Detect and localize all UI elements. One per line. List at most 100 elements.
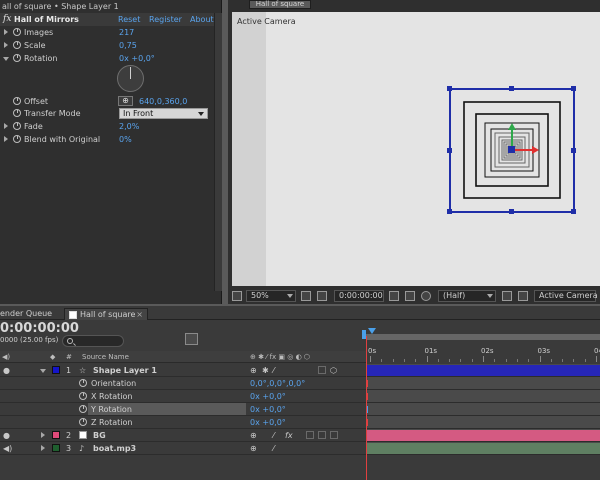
work-area-bar[interactable] xyxy=(366,334,600,340)
frame-blend-switch[interactable] xyxy=(306,431,314,439)
source-name-header[interactable]: Source Name xyxy=(82,353,129,361)
video-eye-icon[interactable]: ● xyxy=(3,431,10,440)
layer-name[interactable]: boat.mp3 xyxy=(93,444,136,453)
grid-icon[interactable] xyxy=(317,291,327,301)
current-time-field[interactable]: 0:00:00:00 xyxy=(334,290,384,302)
quality-switch-icon[interactable]: ⁄ xyxy=(273,444,274,453)
property-row-z-rotation[interactable]: Z Rotation 0x +0,0° xyxy=(0,416,600,429)
frame-blending-icon[interactable] xyxy=(250,333,263,345)
stopwatch-icon[interactable] xyxy=(79,379,87,387)
stopwatch-icon[interactable] xyxy=(13,109,21,117)
stopwatch-icon[interactable] xyxy=(79,405,87,413)
stopwatch-icon[interactable] xyxy=(13,41,21,49)
property-value[interactable]: 0x +0,0° xyxy=(250,405,286,414)
3d-layer-cube-icon[interactable]: ⬡ xyxy=(330,366,337,375)
param-value-rotation[interactable]: 0x +0,0° xyxy=(119,54,155,63)
motion-blur-icon[interactable] xyxy=(270,333,283,345)
layer-row-boat-mp3[interactable]: ◀) 3 ♪ boat.mp3 ⊕ ⁄ xyxy=(0,442,600,455)
effect-controls-scrollbar[interactable] xyxy=(214,13,222,291)
resolution-select[interactable]: (Half) xyxy=(438,290,496,302)
quality-switch-icon[interactable]: ⁄ xyxy=(273,366,274,375)
expand-triangle-icon[interactable] xyxy=(41,432,45,438)
label-color-swatch[interactable] xyxy=(52,444,60,452)
graph-editor-icon[interactable] xyxy=(343,333,356,345)
keyframe-marker[interactable] xyxy=(367,393,368,400)
always-preview-icon[interactable] xyxy=(232,291,242,301)
tab-render-queue[interactable]: ender Queue xyxy=(0,308,52,320)
param-value-fade[interactable]: 2,0% xyxy=(119,122,139,131)
draft-3d-icon[interactable] xyxy=(202,333,215,345)
keyframe-marker[interactable] xyxy=(367,406,368,413)
shy-switch-icon[interactable]: ⊕ xyxy=(250,366,257,375)
effect-about-link[interactable]: About xyxy=(190,15,214,24)
label-color-swatch[interactable] xyxy=(52,431,60,439)
composition-viewport[interactable]: Active Camera xyxy=(232,12,600,286)
rotation-dial[interactable] xyxy=(117,65,144,92)
snapshot-camera-icon[interactable] xyxy=(389,291,399,301)
layer-name[interactable]: Shape Layer 1 xyxy=(93,366,157,375)
expand-triangle-icon[interactable] xyxy=(4,29,8,35)
fx-icon[interactable]: fx xyxy=(3,14,11,24)
stopwatch-icon[interactable] xyxy=(13,28,21,36)
collapse-triangle-icon[interactable] xyxy=(40,369,46,373)
playhead-handle[interactable] xyxy=(368,328,376,334)
keyframe-marker[interactable] xyxy=(367,380,368,387)
property-value[interactable]: 0,0°,0,0°,0,0° xyxy=(250,379,305,388)
quality-switch-icon[interactable]: ⁄ xyxy=(273,431,274,440)
param-value-offset[interactable]: 640,0,360,0 xyxy=(139,97,187,106)
property-row-x-rotation[interactable]: X Rotation 0x +0,0° xyxy=(0,390,600,403)
param-value-blend[interactable]: 0% xyxy=(119,135,132,144)
audio-speaker-icon[interactable]: ◀) xyxy=(3,444,12,453)
offset-target-icon[interactable]: ⊕ xyxy=(118,96,133,106)
close-icon[interactable]: × xyxy=(136,309,143,321)
adjustment-layer-switch[interactable] xyxy=(330,431,338,439)
effect-register-link[interactable]: Register xyxy=(149,15,182,24)
effects-switch-icon[interactable]: fx xyxy=(285,431,293,440)
param-value-images[interactable]: 217 xyxy=(119,28,134,37)
expand-triangle-icon[interactable] xyxy=(4,136,8,142)
layer-name[interactable]: BG xyxy=(93,431,106,440)
motion-blur-switch[interactable] xyxy=(318,431,326,439)
brainstorm-icon[interactable] xyxy=(297,333,310,345)
comp-mini-flowchart-icon[interactable] xyxy=(185,333,198,345)
layer-search-input[interactable] xyxy=(62,335,124,347)
auto-keyframe-icon[interactable] xyxy=(320,333,333,345)
property-value[interactable]: 0x +0,0° xyxy=(250,392,286,401)
view-camera-select[interactable]: Active Camera xyxy=(534,290,598,302)
layer-duration-bar[interactable] xyxy=(367,443,600,454)
param-value-scale[interactable]: 0,75 xyxy=(119,41,137,50)
property-row-orientation[interactable]: Orientation 0,0°,0,0°,0,0° xyxy=(0,377,600,390)
timeline-timecode[interactable]: 0:00:00:00 xyxy=(0,322,79,335)
expand-triangle-icon[interactable] xyxy=(41,445,45,451)
effect-reset-link[interactable]: Reset xyxy=(118,15,140,24)
collapse-triangle-icon[interactable] xyxy=(3,57,9,61)
stopwatch-icon[interactable] xyxy=(13,135,21,143)
composition-tab[interactable]: Hall of square xyxy=(249,0,311,9)
collapse-switch-icon[interactable]: ✱ xyxy=(262,366,269,375)
property-row-y-rotation[interactable]: Y Rotation 0x +0,0° xyxy=(0,403,600,416)
stopwatch-icon[interactable] xyxy=(79,418,87,426)
stopwatch-icon[interactable] xyxy=(13,54,21,62)
transfer-mode-select[interactable]: In Front xyxy=(119,108,208,119)
expand-triangle-icon[interactable] xyxy=(4,42,8,48)
stopwatch-icon[interactable] xyxy=(13,97,21,105)
effect-header-hall-of-mirrors[interactable]: fx Hall of Mirrors Reset Register About xyxy=(0,13,214,26)
current-time-indicator[interactable] xyxy=(366,336,367,480)
safe-margins-icon[interactable] xyxy=(301,291,311,301)
region-of-interest-icon[interactable] xyxy=(502,291,512,301)
hide-shy-layers-icon[interactable] xyxy=(232,333,245,345)
keyframe-marker[interactable] xyxy=(367,419,368,426)
time-ruler[interactable]: 0s 01s 02s 03s 04s xyxy=(366,330,600,363)
transparency-grid-icon[interactable] xyxy=(518,291,528,301)
shy-switch-icon[interactable]: ⊕ xyxy=(250,444,257,453)
stopwatch-icon[interactable] xyxy=(79,392,87,400)
stopwatch-icon[interactable] xyxy=(13,122,21,130)
layer-duration-bar[interactable] xyxy=(367,365,600,376)
expand-triangle-icon[interactable] xyxy=(4,123,8,129)
channel-rgb-icon[interactable] xyxy=(421,291,431,301)
property-value[interactable]: 0x +0,0° xyxy=(250,418,286,427)
show-snapshot-icon[interactable] xyxy=(405,291,415,301)
shy-switch-icon[interactable]: ⊕ xyxy=(250,431,257,440)
zoom-select[interactable]: 50% xyxy=(246,290,296,302)
motion-blur-switch[interactable] xyxy=(318,366,326,374)
